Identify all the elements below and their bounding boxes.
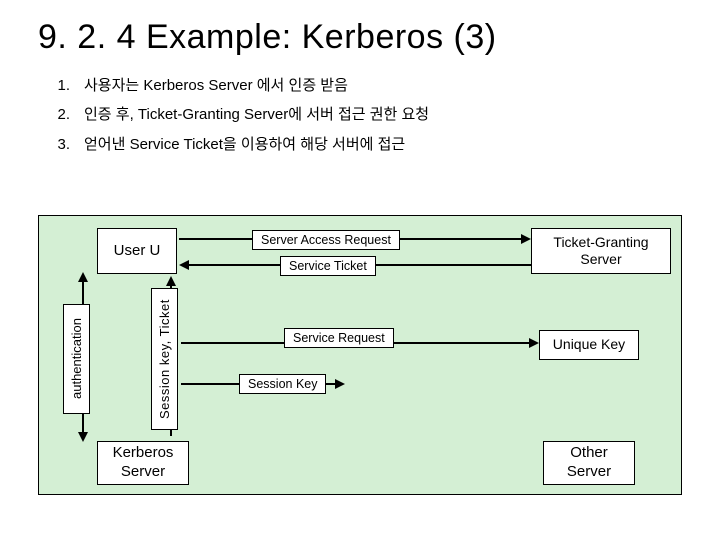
list-text: 얻어낸 Service Ticket을 이용하여 해당 서버에 접근 xyxy=(84,130,405,159)
list-number: 3. xyxy=(52,130,70,159)
arrow-head-icon xyxy=(335,379,345,389)
session-key-label: Session Key xyxy=(239,374,326,394)
step-list: 1. 사용자는 Kerberos Server 에서 인증 받음 2. 인증 후… xyxy=(0,57,720,159)
unique-key-box: Unique Key xyxy=(539,330,639,360)
ticket-granting-server-box: Ticket-Granting Server xyxy=(531,228,671,274)
list-item: 3. 얻어낸 Service Ticket을 이용하여 해당 서버에 접근 xyxy=(52,130,720,159)
arrow-head-icon xyxy=(529,338,539,348)
authentication-label: authentication xyxy=(63,304,90,414)
other-server-box: Other Server xyxy=(543,441,635,485)
kerberos-diagram: User U Ticket-Granting Server Kerberos S… xyxy=(38,215,682,495)
list-item: 2. 인증 후, Ticket-Granting Server에 서버 접근 권… xyxy=(52,100,720,129)
arrow-head-icon xyxy=(78,432,88,442)
arrow-head-icon xyxy=(166,276,176,286)
page-title: 9. 2. 4 Example: Kerberos (3) xyxy=(0,0,720,57)
server-access-request-label: Server Access Request xyxy=(252,230,400,250)
list-text: 인증 후, Ticket-Granting Server에 서버 접근 권한 요… xyxy=(84,100,429,129)
list-item: 1. 사용자는 Kerberos Server 에서 인증 받음 xyxy=(52,71,720,100)
list-number: 1. xyxy=(52,71,70,100)
list-number: 2. xyxy=(52,100,70,129)
service-request-label: Service Request xyxy=(284,328,394,348)
arrow-head-icon xyxy=(78,272,88,282)
arrow-head-icon xyxy=(521,234,531,244)
user-box: User U xyxy=(97,228,177,274)
kerberos-server-box: Kerberos Server xyxy=(97,441,189,485)
session-key-ticket-label: Session key, Ticket xyxy=(151,288,178,430)
service-ticket-label: Service Ticket xyxy=(280,256,376,276)
list-text: 사용자는 Kerberos Server 에서 인증 받음 xyxy=(84,71,348,100)
arrow-head-icon xyxy=(179,260,189,270)
